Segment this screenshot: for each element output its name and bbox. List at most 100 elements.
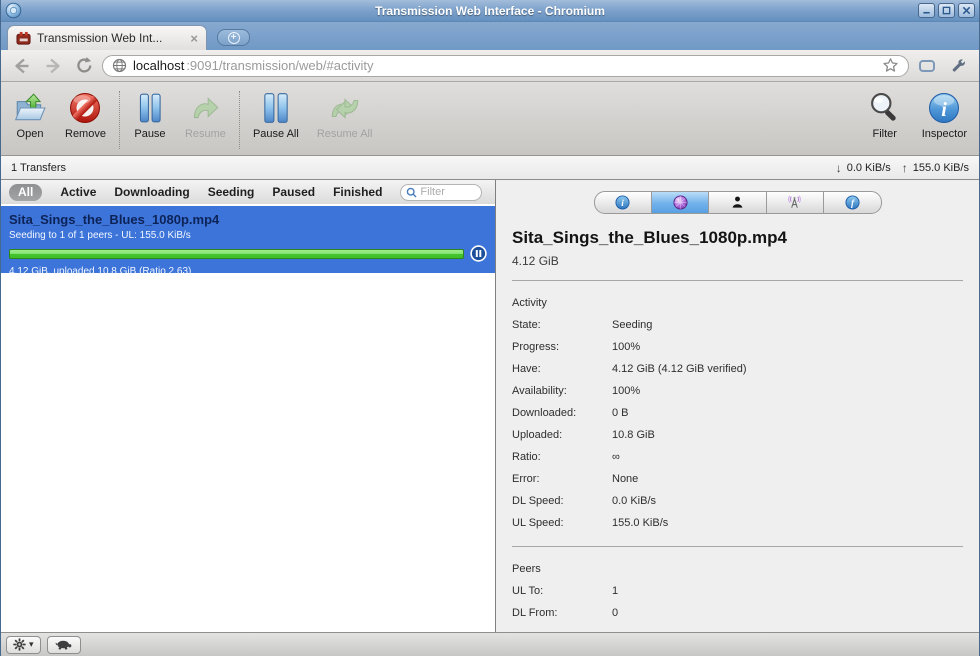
upload-arrow-icon: ↑	[901, 160, 908, 175]
detail-label: Ratio:	[512, 451, 541, 463]
filter-search-box[interactable]	[400, 183, 483, 201]
detail-value: 10.8 GiB	[612, 429, 655, 441]
resume-all-label: Resume All	[316, 128, 373, 140]
filter-search-input[interactable]	[420, 186, 477, 198]
resize-page-button[interactable]	[914, 54, 940, 78]
wrench-icon	[952, 58, 966, 72]
tab-trackers[interactable]	[765, 191, 825, 214]
tab-peers[interactable]	[708, 191, 767, 214]
transfers-count: 1 Transfers	[11, 161, 67, 174]
tab-strip: Transmission Web Int... × +	[1, 22, 979, 50]
filter-tab-downloading[interactable]: Downloading	[114, 185, 189, 199]
filter-tab-seeding[interactable]: Seeding	[208, 185, 255, 199]
download-arrow-icon: ↓	[835, 160, 842, 175]
torrent-list: Sita_Sings_the_Blues_1080p.mp4 Seeding t…	[1, 204, 495, 632]
close-icon	[962, 6, 971, 15]
info-icon: i	[615, 195, 630, 210]
alt-speed-turtle-button[interactable]	[46, 635, 81, 654]
detail-value: 100%	[612, 341, 641, 353]
url-bar[interactable]: localhost:9091/transmission/web/#activit…	[102, 54, 909, 77]
url-host: localhost	[133, 58, 185, 73]
detail-row: State: Seeding	[512, 319, 963, 331]
chromium-logo-icon	[5, 2, 22, 19]
tab-files[interactable]: f	[823, 191, 882, 214]
filter-tab-active[interactable]: Active	[60, 185, 96, 199]
minimize-button[interactable]	[918, 3, 935, 18]
divider	[512, 546, 963, 547]
maximize-button[interactable]	[938, 3, 955, 18]
bottom-bar: ▾	[1, 632, 979, 656]
torrent-pause-button[interactable]	[470, 245, 487, 262]
tab-title: Transmission Web Int...	[37, 31, 163, 45]
detail-label: DL From:	[512, 607, 558, 619]
tracker-antenna-icon	[788, 195, 802, 208]
remove-icon	[70, 93, 101, 123]
tab-activity[interactable]	[650, 191, 710, 214]
reload-button[interactable]	[71, 54, 97, 78]
tab-info[interactable]: i	[593, 191, 652, 214]
filter-button[interactable]: Filter	[868, 91, 902, 140]
filter-mode-bar: All Active Downloading Seeding Paused Fi…	[1, 180, 495, 204]
detail-value: 100%	[612, 385, 641, 397]
magnifier-icon	[870, 93, 896, 121]
bookmark-star-button[interactable]	[882, 57, 899, 74]
detail-value: 0	[612, 607, 619, 619]
pause-button[interactable]: Pause	[133, 91, 167, 140]
detail-value: 1	[612, 585, 619, 597]
torrent-list-panel: All Active Downloading Seeding Paused Fi…	[1, 180, 496, 632]
inspector-button[interactable]: i Inspector	[922, 91, 967, 140]
transmission-toolbar: Open Remove Pause Resume Pause All Resum…	[1, 82, 979, 156]
browser-navigation-bar: localhost:9091/transmission/web/#activit…	[1, 50, 979, 82]
detail-label: Error:	[512, 473, 540, 485]
back-icon	[15, 58, 29, 73]
filter-tab-all[interactable]: All	[9, 183, 43, 201]
torrent-details-line: 4.12 GiB, uploaded 10.8 GiB (Ratio 2.63)	[9, 266, 192, 277]
detail-row: Error: None	[512, 473, 963, 485]
detail-label: UL To:	[512, 585, 544, 597]
activity-globe-icon	[673, 195, 688, 210]
pause-all-button[interactable]: Pause All	[253, 91, 299, 140]
filter-label: Filter	[872, 128, 897, 140]
detail-row: Downloaded: 0 B	[512, 407, 963, 419]
open-button[interactable]: Open	[13, 91, 47, 140]
open-label: Open	[16, 128, 44, 140]
detail-value: Seeding	[612, 319, 653, 331]
detail-value: 155.0 KiB/s	[612, 517, 669, 529]
detail-label: Progress:	[512, 341, 560, 353]
forward-button[interactable]	[40, 54, 66, 78]
remove-button[interactable]: Remove	[65, 91, 106, 140]
detail-value: ∞	[612, 451, 620, 463]
detail-value: 4.12 GiB (4.12 GiB verified)	[612, 363, 747, 375]
reload-icon	[76, 57, 91, 73]
tab-close-icon[interactable]: ×	[190, 32, 198, 45]
toolbar-right-group: Filter i Inspector	[868, 91, 967, 140]
url-path: :9091/transmission/web/#activity	[186, 58, 374, 73]
resume-all-icon	[331, 98, 358, 119]
resume-button[interactable]: Resume	[185, 91, 226, 140]
inspector-label: Inspector	[921, 128, 967, 140]
settings-gear-button[interactable]: ▾	[6, 635, 41, 654]
back-button[interactable]	[9, 54, 35, 78]
settings-wrench-button[interactable]	[945, 54, 971, 78]
resume-all-button[interactable]: Resume All	[316, 91, 373, 140]
gear-icon	[13, 638, 26, 651]
detail-row: DL From: 0	[512, 607, 963, 619]
detail-label: DL Speed:	[512, 495, 564, 507]
browser-tab-transmission[interactable]: Transmission Web Int... ×	[7, 25, 207, 50]
torrent-name: Sita_Sings_the_Blues_1080p.mp4	[9, 212, 220, 227]
torrent-row[interactable]: Sita_Sings_the_Blues_1080p.mp4 Seeding t…	[1, 206, 495, 277]
inspector-content: Sita_Sings_the_Blues_1080p.mp4 4.12 GiB …	[496, 228, 979, 619]
detail-label: Have:	[512, 363, 541, 375]
filter-tab-finished[interactable]: Finished	[333, 185, 382, 199]
plus-icon: +	[227, 31, 240, 44]
detail-value: 0.0 KiB/s	[612, 495, 657, 507]
maximize-icon	[942, 6, 951, 15]
detail-label: Availability:	[512, 385, 567, 397]
new-tab-button[interactable]: +	[217, 29, 250, 46]
window-titlebar[interactable]: Transmission Web Interface - Chromium	[1, 0, 979, 22]
browser-window: Transmission Web Interface - Chromium Tr…	[0, 0, 980, 656]
detail-row: DL Speed: 0.0 KiB/s	[512, 495, 963, 507]
filter-tab-paused[interactable]: Paused	[272, 185, 315, 199]
pause-all-label: Pause All	[252, 128, 299, 140]
close-button[interactable]	[958, 3, 975, 18]
